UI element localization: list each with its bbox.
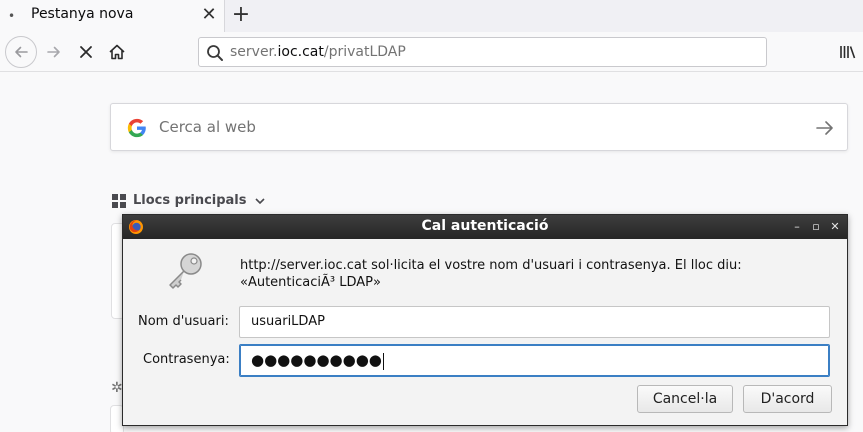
navigation-toolbar: server.ioc.cat/privatLDAP — [0, 32, 863, 72]
tab-strip: • Pestanya nova ✕ + — [0, 0, 863, 32]
web-search-box[interactable]: Cerca al web — [110, 103, 848, 151]
maximize-icon[interactable]: ▫ — [809, 219, 823, 235]
url-bar[interactable]: server.ioc.cat/privatLDAP — [198, 37, 767, 67]
password-label: Contrasenya: — [143, 352, 230, 367]
home-button[interactable] — [103, 38, 131, 66]
message-line-1: http://server.ioc.cat sol·licita el vost… — [240, 258, 742, 273]
library-icon — [840, 46, 856, 59]
url-host: ioc.cat — [277, 44, 324, 60]
top-sites-label: Llocs principals — [133, 193, 247, 208]
message-line-2: «AutenticaciÃ³ LDAP» — [240, 275, 381, 290]
close-icon[interactable]: ✕ — [828, 219, 842, 235]
tab-title: Pestanya nova — [31, 6, 134, 22]
back-arrow-icon — [15, 46, 28, 58]
chevron-down-icon — [255, 198, 265, 205]
url-path: /privatLDAP — [323, 44, 406, 60]
cancel-button[interactable]: Cancel·la — [637, 385, 733, 413]
back-button[interactable] — [5, 36, 37, 68]
forward-arrow-icon — [47, 46, 60, 58]
home-icon — [109, 44, 125, 60]
key-icon — [169, 253, 202, 289]
stop-button[interactable] — [72, 38, 100, 66]
password-value: ●●●●●●●●●● — [251, 351, 382, 369]
tab-close-icon[interactable]: ✕ — [200, 5, 218, 25]
url-prefix: server. — [230, 44, 278, 60]
dialog-titlebar[interactable]: Cal autenticació – ▫ ✕ — [123, 215, 847, 239]
search-icon — [207, 45, 223, 61]
username-label: Nom d'usuari: — [138, 314, 229, 329]
google-icon — [127, 118, 146, 138]
new-tab-button[interactable]: + — [230, 3, 252, 29]
stop-icon — [80, 46, 92, 58]
tab-loading-dot: • — [8, 9, 16, 23]
dialog-title: Cal autenticació — [421, 218, 549, 234]
url-text: server.ioc.cat/privatLDAP — [230, 44, 406, 60]
ok-button[interactable]: D'acord — [743, 385, 832, 413]
password-field[interactable]: ●●●●●●●●●● — [239, 344, 830, 377]
username-field[interactable]: usuariLDAP — [239, 306, 830, 338]
dialog-message: http://server.ioc.cat sol·licita el vost… — [240, 257, 830, 291]
tab-new-tab[interactable]: • Pestanya nova ✕ — [0, 0, 225, 32]
grid-icon — [112, 194, 126, 208]
forward-button[interactable] — [40, 38, 68, 66]
username-value: usuariLDAP — [251, 314, 325, 329]
text-caret — [382, 353, 384, 370]
authentication-dialog: Cal autenticació – ▫ ✕ http://server.ioc… — [122, 214, 848, 426]
minimize-icon[interactable]: – — [790, 219, 804, 235]
search-placeholder: Cerca al web — [159, 118, 256, 136]
library-button[interactable] — [835, 38, 861, 66]
arrow-right-icon[interactable] — [813, 116, 837, 140]
highlights-icon: ✲ — [111, 380, 123, 396]
